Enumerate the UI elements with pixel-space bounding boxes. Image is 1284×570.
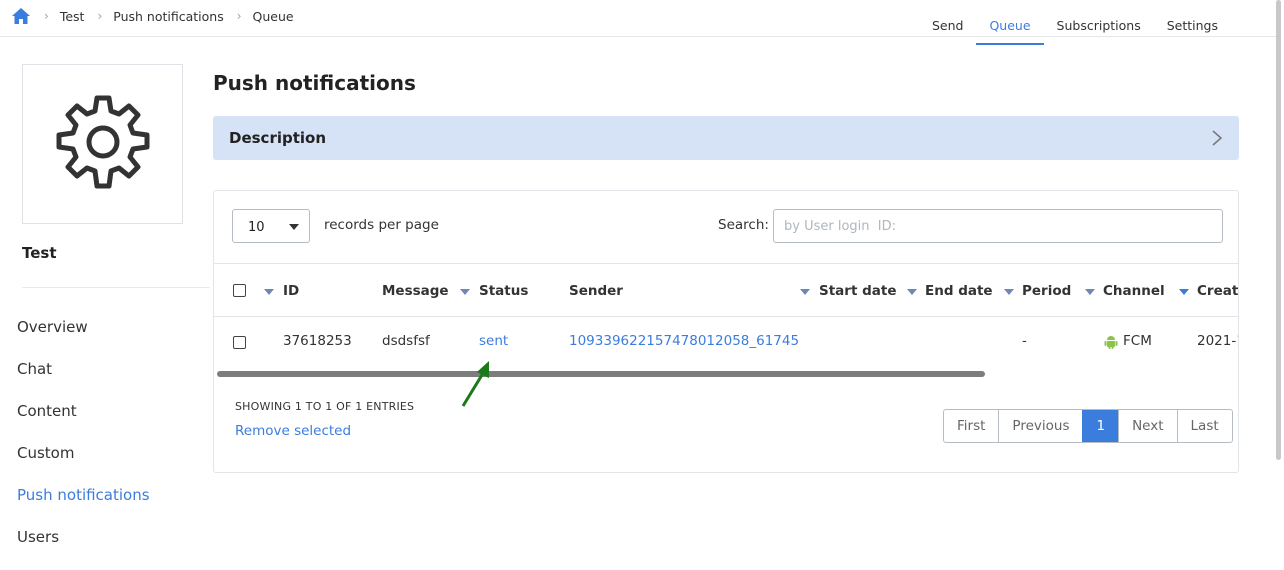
breadcrumb-item-app[interactable]: Test [60,9,85,24]
breadcrumb-separator: › [97,9,103,23]
sidebar-menu: Overview Chat Content Custom Push notifi… [17,318,150,570]
column-header-sender[interactable]: Sender [569,283,623,299]
column-header-created[interactable]: Create [1197,283,1238,299]
queue-table-panel: 10 records per page Search: ID Message S… [213,190,1239,473]
select-all-checkbox[interactable] [233,284,246,297]
sort-arrow-icon[interactable] [800,289,810,295]
gear-icon [53,92,153,196]
sort-arrow-icon[interactable] [907,289,917,295]
column-header-channel[interactable]: Channel [1103,283,1165,299]
pagination-last-button[interactable]: Last [1176,410,1232,442]
sidebar-divider [22,287,210,288]
tab-send[interactable]: Send [919,0,976,37]
cell-status-link[interactable]: sent [479,333,508,349]
home-icon[interactable] [11,6,31,26]
android-icon [1103,334,1119,354]
app-icon-box [22,64,183,224]
breadcrumb-item-section[interactable]: Push notifications [113,9,223,24]
pagination-previous-button[interactable]: Previous [998,410,1082,442]
breadcrumb-separator: › [236,9,242,23]
column-header-period[interactable]: Period [1022,283,1071,299]
horizontal-scrollbar[interactable] [217,371,985,377]
breadcrumb-separator: › [44,9,49,23]
cell-period: - [1022,333,1027,349]
records-per-page-value: 10 [248,220,265,235]
column-header-start-date[interactable]: Start date [819,283,896,299]
vertical-scrollbar[interactable] [1276,0,1281,460]
cell-channel: FCM [1123,333,1152,349]
sidebar-item-push-notifications[interactable]: Push notifications [17,486,150,528]
top-bar: › Test › Push notifications › Queue Send… [0,0,1276,45]
breadcrumb: › Test › Push notifications › Queue [11,6,294,26]
description-label: Description [229,129,327,147]
chevron-right-icon [1210,128,1224,148]
sidebar-item-content[interactable]: Content [17,402,150,444]
cell-id: 37618253 [283,333,352,349]
column-header-message[interactable]: Message [382,283,449,299]
sidebar-item-custom[interactable]: Custom [17,444,150,486]
column-header-end-date[interactable]: End date [925,283,993,299]
annotation-arrow-icon [461,361,489,407]
table-header: ID Message Status Sender Start date End … [214,263,1238,317]
tab-bar: Send Queue Subscriptions Settings [919,0,1231,45]
app-name: Test [22,244,57,262]
column-header-status[interactable]: Status [479,283,528,299]
column-header-id[interactable]: ID [283,283,299,299]
records-per-page-select[interactable]: 10 [232,209,310,243]
cell-created: 2021-1 [1197,333,1238,349]
records-per-page-label: records per page [324,217,439,233]
search-label: Search: [718,217,769,233]
pagination-page-1-button[interactable]: 1 [1082,410,1119,442]
tab-queue[interactable]: Queue [976,0,1044,45]
sidebar-item-chat[interactable]: Chat [17,360,150,402]
caret-down-icon [289,224,299,230]
page-title: Push notifications [213,71,416,95]
sort-arrow-icon[interactable] [264,289,274,295]
sidebar-item-users[interactable]: Users [17,528,150,570]
breadcrumb-item-current: Queue [252,8,294,24]
table-row: 37618253 dsdsfsf sent 10933962215747801​… [214,317,1238,369]
entries-summary: SHOWING 1 TO 1 OF 1 ENTRIES [235,400,415,413]
row-checkbox[interactable] [233,336,246,349]
cell-message: dsdsfsf [382,333,430,349]
sort-arrow-icon[interactable] [1179,289,1189,295]
sort-arrow-icon[interactable] [1085,289,1095,295]
description-accordion[interactable]: Description [213,116,1239,160]
pagination-first-button[interactable]: First [944,410,998,442]
sidebar-item-overview[interactable]: Overview [17,318,150,360]
sort-arrow-icon[interactable] [460,289,470,295]
pagination-next-button[interactable]: Next [1118,410,1176,442]
tab-settings[interactable]: Settings [1154,0,1231,37]
cell-sender-link[interactable]: 10933962215747801​2058_61745 [569,333,799,349]
search-input[interactable] [773,209,1223,243]
tab-subscriptions[interactable]: Subscriptions [1044,0,1154,37]
pagination: First Previous 1 Next Last [943,409,1233,443]
remove-selected-link[interactable]: Remove selected [235,423,351,439]
sort-arrow-icon[interactable] [1004,289,1014,295]
